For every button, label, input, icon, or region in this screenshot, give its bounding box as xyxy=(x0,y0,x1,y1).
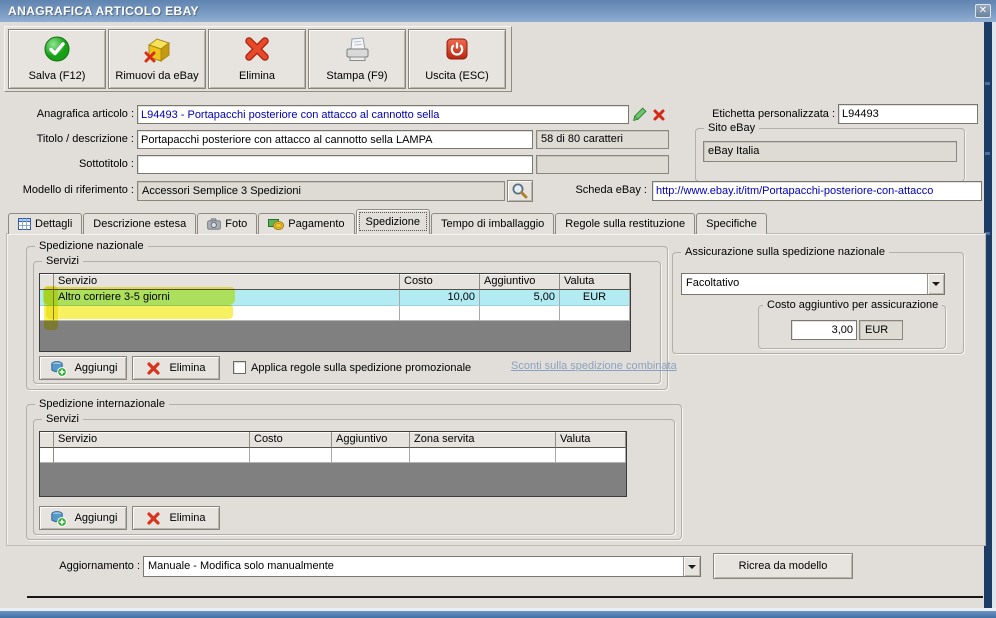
national-services-group-label: Servizi xyxy=(42,255,84,267)
delete-button[interactable]: Elimina xyxy=(208,29,306,89)
search-model-button[interactable] xyxy=(507,180,533,202)
update-mode-dropdown[interactable]: Manuale - Modifica solo manualmente xyxy=(143,556,701,577)
insurance-cost-group: Costo aggiuntivo per assicurazione EUR xyxy=(758,299,946,349)
international-empty-row[interactable] xyxy=(40,448,626,463)
tab-pagamento[interactable]: Pagamento xyxy=(258,213,355,234)
combined-shipping-link[interactable]: Sconti sulla spedizione combinata xyxy=(511,360,677,372)
close-icon: ✕ xyxy=(978,5,988,16)
international-table-header: Servizio Costo Aggiuntivo Zona servita V… xyxy=(40,432,626,448)
modello-field: Accessori Semplice 3 Spedizioni xyxy=(137,181,505,201)
tab-foto[interactable]: Foto xyxy=(197,213,258,234)
scheda-field[interactable] xyxy=(652,181,982,201)
col-zona-servita: Zona servita xyxy=(410,432,556,448)
sottotitolo-label: Sottotitolo : xyxy=(78,158,134,170)
anagrafica-label: Anagrafica articolo : xyxy=(36,108,134,120)
window-titlebar: ANAGRAFICA ARTICOLO EBAY xyxy=(0,0,996,22)
national-delete-button[interactable]: Elimina xyxy=(132,356,220,380)
background-window-sliver xyxy=(992,22,996,611)
titolo-input[interactable] xyxy=(138,131,532,148)
col-aggiuntivo: Aggiuntivo xyxy=(480,274,560,290)
delete-service-icon xyxy=(147,361,161,375)
col-costo: Costo xyxy=(400,274,480,290)
insurance-group-label: Assicurazione sulla spedizione nazionale xyxy=(681,246,889,258)
international-services-table[interactable]: Servizio Costo Aggiuntivo Zona servita V… xyxy=(39,431,627,497)
edit-pencil-icon[interactable] xyxy=(631,106,648,123)
red-x-icon xyxy=(245,37,269,61)
update-mode-label: Aggiornamento : xyxy=(59,560,140,572)
col-valuta: Valuta xyxy=(556,432,626,448)
tab-bar: Dettagli Descrizione estesa Foto Pagamen… xyxy=(8,209,768,234)
tab-specifiche[interactable]: Specifiche xyxy=(696,213,767,234)
sito-ebay-group-label: Sito eBay xyxy=(704,122,760,134)
add-service-icon xyxy=(50,361,67,377)
col-valuta: Valuta xyxy=(560,274,630,290)
etichetta-label: Etichetta personalizzata : xyxy=(712,108,835,120)
chevron-down-icon xyxy=(688,564,696,569)
tab-descrizione-estesa[interactable]: Descrizione estesa xyxy=(83,213,197,234)
promo-rules-label: Applica regole sulla spedizione promozio… xyxy=(251,362,472,374)
power-icon xyxy=(446,38,468,60)
add-service-icon xyxy=(50,511,67,527)
insurance-cost-group-label: Costo aggiuntivo per assicurazione xyxy=(763,299,943,311)
titolo-counter: 58 di 80 caratteri xyxy=(536,130,669,149)
sottotitolo-panel xyxy=(536,155,669,174)
international-delete-button[interactable]: Elimina xyxy=(132,506,220,530)
tab-dettagli[interactable]: Dettagli xyxy=(8,213,83,234)
money-icon xyxy=(268,219,285,230)
remove-from-ebay-button[interactable]: Rimuovi da eBay xyxy=(108,29,206,89)
table-icon xyxy=(18,218,31,230)
chevron-down-icon xyxy=(932,282,940,286)
sottotitolo-input[interactable] xyxy=(138,156,532,173)
international-services-group-label: Servizi xyxy=(42,413,84,425)
anagrafica-input[interactable] xyxy=(138,106,628,123)
insurance-currency-label: EUR xyxy=(859,320,903,340)
printer-icon xyxy=(346,37,369,61)
magnifier-icon xyxy=(512,183,528,199)
col-costo: Costo xyxy=(250,432,332,448)
sito-ebay-value: eBay Italia xyxy=(703,141,957,162)
recreate-from-template-button[interactable]: Ricrea da modello xyxy=(713,553,853,579)
print-button[interactable]: Stampa (F9) xyxy=(308,29,406,89)
bottom-divider xyxy=(27,596,983,598)
clear-x-icon[interactable] xyxy=(652,108,666,122)
anagrafica-field[interactable] xyxy=(137,105,629,124)
update-mode-dropdown-button[interactable] xyxy=(683,557,700,576)
update-mode-value: Manuale - Modifica solo manualmente xyxy=(144,557,683,576)
delete-service-icon xyxy=(147,511,161,525)
international-shipping-group-label: Spedizione internazionale xyxy=(35,398,169,410)
national-add-button[interactable]: Aggiungi xyxy=(39,356,127,380)
tab-spedizione[interactable]: Spedizione xyxy=(355,209,430,234)
close-button[interactable]: ✕ xyxy=(975,4,991,18)
international-add-button[interactable]: Aggiungi xyxy=(39,506,127,530)
tab-tempo-di-imballaggio[interactable]: Tempo di imballaggio xyxy=(430,213,555,234)
sito-ebay-group: Sito eBay eBay Italia xyxy=(695,122,965,182)
insurance-group: Assicurazione sulla spedizione nazionale… xyxy=(672,246,964,354)
scheda-input[interactable] xyxy=(653,182,981,200)
insurance-dropdown-button[interactable] xyxy=(927,274,944,294)
modello-label: Modello di riferimento : xyxy=(22,184,134,196)
titolo-label: Titolo / descrizione : xyxy=(36,133,134,145)
bottom-frame-blue xyxy=(0,611,996,618)
insurance-dropdown[interactable]: Facoltativo xyxy=(681,273,945,295)
window-title: ANAGRAFICA ARTICOLO EBAY xyxy=(8,4,199,18)
national-shipping-group-label: Spedizione nazionale xyxy=(35,240,148,252)
col-servizio: Servizio xyxy=(54,432,250,448)
sottotitolo-field[interactable] xyxy=(137,155,533,174)
package-remove-icon xyxy=(144,38,171,63)
etichetta-input[interactable] xyxy=(839,105,977,123)
titolo-field[interactable] xyxy=(137,130,533,149)
scheda-label: Scheda eBay : xyxy=(575,184,647,196)
insurance-cost-input[interactable] xyxy=(792,321,856,339)
promo-rules-checkbox[interactable] xyxy=(233,361,246,374)
camera-icon xyxy=(207,218,222,230)
save-button[interactable]: Salva (F12) xyxy=(8,29,106,89)
col-aggiuntivo: Aggiuntivo xyxy=(332,432,410,448)
insurance-dropdown-value: Facoltativo xyxy=(682,274,927,294)
exit-button[interactable]: Uscita (ESC) xyxy=(408,29,506,89)
etichetta-field[interactable] xyxy=(838,104,978,124)
tab-regole-sulla-restituzione[interactable]: Regole sulla restituzione xyxy=(555,213,696,234)
insurance-cost-field[interactable] xyxy=(791,320,857,340)
check-circle-icon xyxy=(44,36,70,62)
